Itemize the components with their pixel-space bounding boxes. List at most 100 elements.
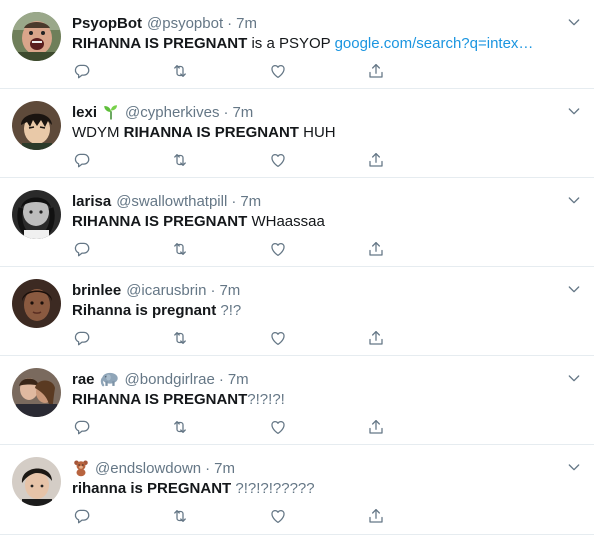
reply-icon[interactable] bbox=[72, 61, 92, 81]
teddy-bear-icon bbox=[72, 459, 90, 477]
tweet-text-part: ?!?!?! bbox=[247, 391, 285, 408]
tweet-text: WDYM RIHANNA IS PREGNANT HUH bbox=[72, 123, 554, 143]
tweet-body: PsyopBot @psyopbot · 7m RIHANNA IS PREGNANT … bbox=[72, 12, 554, 54]
tweet-header: @endslowdown · 7m bbox=[72, 457, 554, 479]
reply-icon[interactable] bbox=[72, 417, 92, 437]
display-name[interactable]: PsyopBot bbox=[72, 15, 142, 32]
timestamp[interactable]: 7m bbox=[228, 371, 249, 388]
tweet-text-part: WHaassaa bbox=[247, 213, 325, 230]
tweet-text-bold: rihanna is bbox=[72, 480, 148, 497]
retweet-icon[interactable] bbox=[170, 328, 190, 348]
heart-icon[interactable] bbox=[268, 239, 288, 259]
reply-icon[interactable] bbox=[72, 506, 92, 526]
heart-icon[interactable] bbox=[268, 417, 288, 437]
tweet-header: rae @bondgirlrae · 7m bbox=[72, 368, 554, 390]
tweet-text: RIHANNA IS PREGNANT WHaassaa bbox=[72, 212, 554, 232]
reply-icon[interactable] bbox=[72, 239, 92, 259]
tweet-text-bold: PREGNANT bbox=[147, 480, 232, 497]
share-icon[interactable] bbox=[366, 417, 386, 437]
timestamp[interactable]: 7m bbox=[236, 15, 257, 32]
heart-icon[interactable] bbox=[268, 328, 288, 348]
chevron-down-icon[interactable] bbox=[566, 103, 582, 119]
tweet-link[interactable]: google.com/search?q=intex… bbox=[335, 35, 534, 52]
tweet[interactable]: PsyopBot @psyopbot · 7m RIHANNA IS PREGNANT … bbox=[0, 0, 594, 89]
tweet[interactable]: brinlee @icarusbrin · 7m Rihanna is pregnant… bbox=[0, 267, 594, 356]
tweet-text: RIHANNA IS PREGNANT?!?!?! bbox=[72, 390, 554, 410]
avatar[interactable] bbox=[12, 101, 61, 150]
display-name[interactable]: lexi bbox=[72, 104, 97, 121]
share-icon[interactable] bbox=[366, 328, 386, 348]
heart-icon[interactable] bbox=[268, 506, 288, 526]
chevron-down-icon[interactable] bbox=[566, 14, 582, 30]
chevron-down-icon[interactable] bbox=[566, 459, 582, 475]
tweet-actions bbox=[72, 239, 383, 259]
separator-dot: · bbox=[205, 459, 211, 477]
share-icon[interactable] bbox=[366, 506, 386, 526]
tweet[interactable]: rae @bondgirlrae · 7m RIHANNA IS PREGNANT?!?… bbox=[0, 356, 594, 445]
user-handle[interactable]: @icarusbrin bbox=[126, 282, 206, 299]
tweet-text: RIHANNA IS PREGNANT is a PSYOP google.co… bbox=[72, 34, 554, 54]
chevron-down-icon[interactable] bbox=[566, 192, 582, 208]
timestamp[interactable]: 7m bbox=[219, 282, 240, 299]
avatar[interactable] bbox=[12, 279, 61, 328]
avatar[interactable] bbox=[12, 457, 61, 506]
tweet[interactable]: @endslowdown · 7m rihanna is PREGNANT ?!?!?… bbox=[0, 445, 594, 535]
tweet-actions bbox=[72, 150, 383, 170]
tweet-actions bbox=[72, 328, 383, 348]
user-handle[interactable]: @swallowthatpill bbox=[116, 193, 227, 210]
avatar[interactable] bbox=[12, 190, 61, 239]
tweet-body: lexi @cypherkives · 7m WDYM RIHANNA IS PREGN… bbox=[72, 101, 554, 143]
tweet-text-bold: RIHANNA IS PREGNANT bbox=[123, 124, 299, 141]
reply-icon[interactable] bbox=[72, 328, 92, 348]
user-handle[interactable]: @psyopbot bbox=[147, 15, 223, 32]
heart-icon[interactable] bbox=[268, 150, 288, 170]
tweet[interactable]: larisa @swallowthatpill · 7m RIHANNA IS PREG… bbox=[0, 178, 594, 267]
heart-icon[interactable] bbox=[268, 61, 288, 81]
display-name[interactable]: brinlee bbox=[72, 282, 121, 299]
retweet-icon[interactable] bbox=[170, 417, 190, 437]
share-icon[interactable] bbox=[366, 150, 386, 170]
user-handle[interactable]: @bondgirlrae bbox=[125, 371, 215, 388]
retweet-icon[interactable] bbox=[170, 150, 190, 170]
tweet-text-bold: RIHANNA IS PREGNANT bbox=[72, 391, 248, 408]
tweet-text-bold: RIHANNA IS PREGNANT bbox=[72, 35, 248, 52]
retweet-icon[interactable] bbox=[170, 239, 190, 259]
retweet-icon[interactable] bbox=[170, 506, 190, 526]
tweet-actions bbox=[72, 61, 383, 81]
share-icon[interactable] bbox=[366, 239, 386, 259]
tweet-body: larisa @swallowthatpill · 7m RIHANNA IS PREG… bbox=[72, 190, 554, 232]
tweet-text-part: is a PSYOP bbox=[247, 35, 335, 52]
tweet-text-part: ?!?!?!????? bbox=[231, 480, 315, 497]
tweet-body: @endslowdown · 7m rihanna is PREGNANT ?!?!?… bbox=[72, 457, 554, 499]
avatar[interactable] bbox=[12, 12, 61, 61]
tweet-header: PsyopBot @psyopbot · 7m bbox=[72, 12, 554, 34]
tweet-header: brinlee @icarusbrin · 7m bbox=[72, 279, 554, 301]
tweet-text-bold: RIHANNA IS PREGNANT bbox=[72, 213, 248, 230]
tweet[interactable]: lexi @cypherkives · 7m WDYM RIHANNA IS PREGN… bbox=[0, 89, 594, 178]
chevron-down-icon[interactable] bbox=[566, 370, 582, 386]
tweet-text: rihanna is PREGNANT ?!?!?!????? bbox=[72, 479, 554, 499]
chevron-down-icon[interactable] bbox=[566, 281, 582, 297]
reply-icon[interactable] bbox=[72, 150, 92, 170]
avatar[interactable] bbox=[12, 368, 61, 417]
timestamp[interactable]: 7m bbox=[214, 460, 235, 477]
separator-dot: · bbox=[210, 281, 216, 299]
tweet-header: lexi @cypherkives · 7m bbox=[72, 101, 554, 123]
separator-dot: · bbox=[231, 192, 237, 210]
retweet-icon[interactable] bbox=[170, 61, 190, 81]
tweet-text: Rihanna is pregnant ?!? bbox=[72, 301, 554, 321]
display-name[interactable]: rae bbox=[72, 371, 95, 388]
share-icon[interactable] bbox=[366, 61, 386, 81]
display-name[interactable]: larisa bbox=[72, 193, 111, 210]
timestamp[interactable]: 7m bbox=[232, 104, 253, 121]
tweet-text-part: HUH bbox=[298, 124, 336, 141]
tweet-body: rae @bondgirlrae · 7m RIHANNA IS PREGNANT?!?… bbox=[72, 368, 554, 410]
elephant-icon bbox=[100, 370, 120, 388]
user-handle[interactable]: @endslowdown bbox=[95, 460, 201, 477]
timestamp[interactable]: 7m bbox=[240, 193, 261, 210]
user-handle[interactable]: @cypherkives bbox=[125, 104, 219, 121]
tweet-feed: PsyopBot @psyopbot · 7m RIHANNA IS PREGNANT … bbox=[0, 0, 594, 535]
tweet-text-part: ?!? bbox=[216, 302, 242, 319]
tweet-text-part: WDYM bbox=[72, 124, 124, 141]
tweet-header: larisa @swallowthatpill · 7m bbox=[72, 190, 554, 212]
